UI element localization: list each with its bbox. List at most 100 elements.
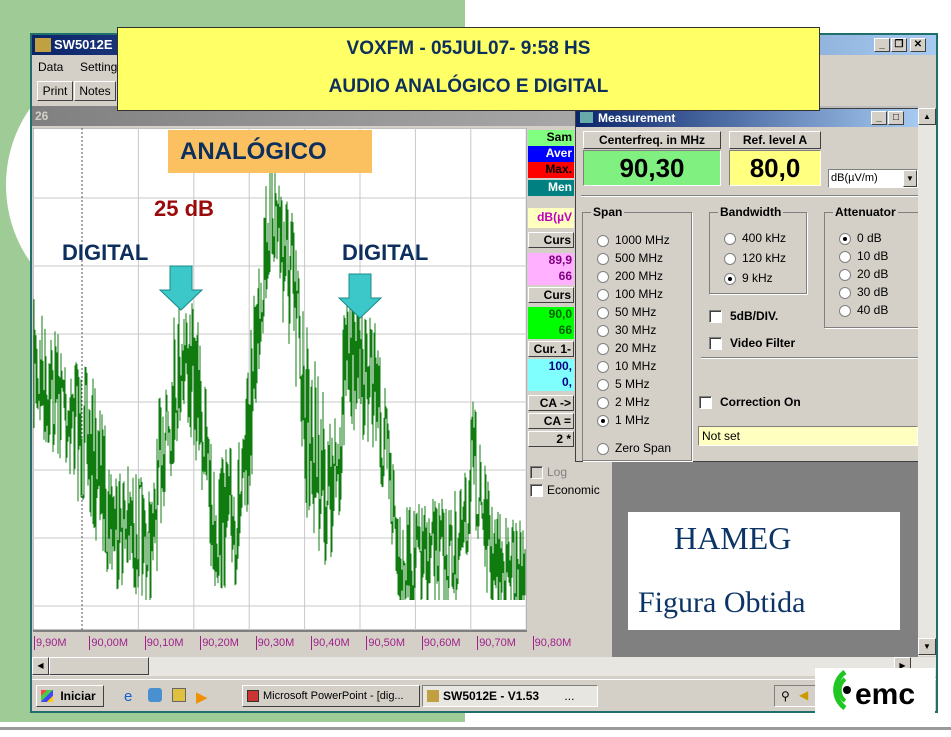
banner-line1: VOXFM - 05JUL07- 9:58 HS xyxy=(346,38,591,59)
radio-button[interactable] xyxy=(839,268,851,281)
side-panel-item[interactable]: 100, xyxy=(528,359,574,375)
volume-icon[interactable]: ◀ xyxy=(799,688,808,702)
5db-div-checkbox[interactable]: 5dB/DIV. xyxy=(709,309,778,324)
side-panel-item[interactable]: 66 xyxy=(528,269,574,285)
side-panel-item[interactable]: Curs xyxy=(528,287,574,303)
radio-button[interactable] xyxy=(597,414,609,427)
attenuator-option[interactable]: 40 dB xyxy=(839,303,888,317)
taskbar: Iniciar e ▶ Microsoft PowerPoint - [dig.… xyxy=(32,679,936,711)
span-option[interactable]: 10 MHz xyxy=(597,359,656,373)
radio-button[interactable] xyxy=(724,232,736,245)
print-button[interactable]: Print xyxy=(37,81,73,101)
radio-button[interactable] xyxy=(597,396,609,409)
side-panel-item[interactable]: CA -> xyxy=(528,395,574,411)
radio-button[interactable] xyxy=(839,232,851,245)
attenuator-option[interactable]: 20 dB xyxy=(839,267,888,281)
side-panel-item[interactable]: dB(µV xyxy=(528,208,574,228)
vertical-scrollbar[interactable]: ▲ ▼ xyxy=(918,108,936,656)
span-option[interactable]: 30 MHz xyxy=(597,323,656,337)
scroll-left-icon[interactable]: ◀ xyxy=(32,657,49,675)
radio-button[interactable] xyxy=(597,360,609,373)
radio-button[interactable] xyxy=(724,272,736,285)
radio-button[interactable] xyxy=(597,378,609,391)
attenuator-option[interactable]: 10 dB xyxy=(839,249,888,263)
span-option[interactable]: 50 MHz xyxy=(597,305,656,319)
side-panel-item[interactable]: Curs xyxy=(528,232,574,248)
side-panel-item[interactable]: Cur. 1- xyxy=(528,341,574,357)
span-title: Span xyxy=(591,205,625,219)
span-option[interactable]: 200 MHz xyxy=(597,269,663,283)
radio-button[interactable] xyxy=(597,324,609,337)
span-option[interactable]: 2 MHz xyxy=(597,395,650,409)
unit-dropdown[interactable]: dB(µV/m) ▼ xyxy=(828,169,918,188)
span-option[interactable]: 500 MHz xyxy=(597,251,663,265)
option-label: 30 dB xyxy=(857,285,889,299)
option-label: 200 MHz xyxy=(615,269,664,283)
correction-dropdown[interactable]: Not set xyxy=(698,426,918,446)
media-player-icon[interactable]: ▶ xyxy=(196,688,208,706)
attenuator-option[interactable]: 30 dB xyxy=(839,285,888,299)
notes-button[interactable]: Notes xyxy=(74,81,116,101)
reflevel-label: Ref. level A xyxy=(729,131,821,149)
scroll-up-icon[interactable]: ▲ xyxy=(918,108,936,125)
side-panel-item[interactable]: 90,0 xyxy=(528,307,574,323)
internet-explorer-icon[interactable]: e xyxy=(124,688,132,705)
side-panel-item[interactable]: CA = xyxy=(528,413,574,429)
title-banner: VOXFM - 05JUL07- 9:58 HS AUDIO ANALÓGICO… xyxy=(117,27,820,111)
scroll-down-icon[interactable]: ▼ xyxy=(918,638,936,655)
reflevel-value[interactable]: 80,0 xyxy=(729,150,821,186)
span-option[interactable]: 1 MHz xyxy=(597,413,650,427)
close-button[interactable]: ✕ xyxy=(910,38,926,52)
span-option[interactable]: 20 MHz xyxy=(597,341,656,355)
menu-data[interactable]: Data xyxy=(38,60,63,74)
log-label: Log xyxy=(547,465,568,479)
chevron-down-icon[interactable]: ▼ xyxy=(903,170,917,187)
side-panel-item[interactable]: 0, xyxy=(528,375,574,391)
radio-button[interactable] xyxy=(597,306,609,319)
side-panel-item[interactable]: Sam xyxy=(528,130,574,146)
radio-button[interactable] xyxy=(839,250,851,263)
radio-button[interactable] xyxy=(597,234,609,247)
correction-on-checkbox[interactable]: Correction On xyxy=(699,395,801,410)
side-panel-item[interactable]: 2 * xyxy=(528,431,574,447)
notepad-icon[interactable] xyxy=(172,688,186,702)
minimize-button[interactable]: _ xyxy=(874,38,890,52)
start-button[interactable]: Iniciar xyxy=(36,685,104,707)
span-option[interactable]: Zero Span xyxy=(597,441,671,455)
scroll-thumb[interactable] xyxy=(49,657,149,675)
side-panel-item[interactable]: 89,9 xyxy=(528,253,574,269)
spectrum-plot xyxy=(33,128,527,630)
centerfreq-value[interactable]: 90,30 xyxy=(583,150,721,186)
video-filter-checkbox[interactable]: Video Filter xyxy=(709,336,795,351)
attenuator-option[interactable]: 0 dB xyxy=(839,231,882,245)
span-option[interactable]: 1000 MHz xyxy=(597,233,670,247)
span-option[interactable]: 5 MHz xyxy=(597,377,650,391)
log-checkbox[interactable]: Log xyxy=(530,465,568,480)
restore-button[interactable]: ❐ xyxy=(891,38,907,52)
radio-button[interactable] xyxy=(597,342,609,355)
desktop-icon[interactable] xyxy=(148,688,162,702)
task-sw5012e[interactable]: SW5012E - V1.53 ... xyxy=(422,685,598,707)
radio-button[interactable] xyxy=(839,304,851,317)
span-option[interactable]: 100 MHz xyxy=(597,287,663,301)
radio-button[interactable] xyxy=(597,270,609,283)
network-icon[interactable]: ⚲ xyxy=(781,689,790,703)
windows-logo-icon xyxy=(41,690,53,702)
radio-button[interactable] xyxy=(597,252,609,265)
economic-checkbox[interactable]: Economic xyxy=(530,483,600,498)
side-panel-item[interactable]: Max. xyxy=(528,162,574,178)
task-powerpoint[interactable]: Microsoft PowerPoint - [dig... xyxy=(242,685,420,707)
side-panel-item[interactable]: Aver xyxy=(528,146,574,162)
radio-button[interactable] xyxy=(597,288,609,301)
measurement-minimize-button[interactable]: _ xyxy=(871,111,887,125)
radio-button[interactable] xyxy=(839,286,851,299)
radio-button[interactable] xyxy=(597,442,609,455)
bandwidth-option[interactable]: 120 kHz xyxy=(724,251,786,265)
horizontal-scrollbar[interactable]: ◀ ▶ xyxy=(32,657,936,676)
radio-button[interactable] xyxy=(724,252,736,265)
bandwidth-option[interactable]: 400 kHz xyxy=(724,231,786,245)
side-panel-item[interactable]: Men xyxy=(528,180,574,196)
side-panel-item[interactable]: 66 xyxy=(528,323,574,339)
bandwidth-option[interactable]: 9 kHz xyxy=(724,271,773,285)
measurement-maximize-button[interactable]: □ xyxy=(888,111,904,125)
